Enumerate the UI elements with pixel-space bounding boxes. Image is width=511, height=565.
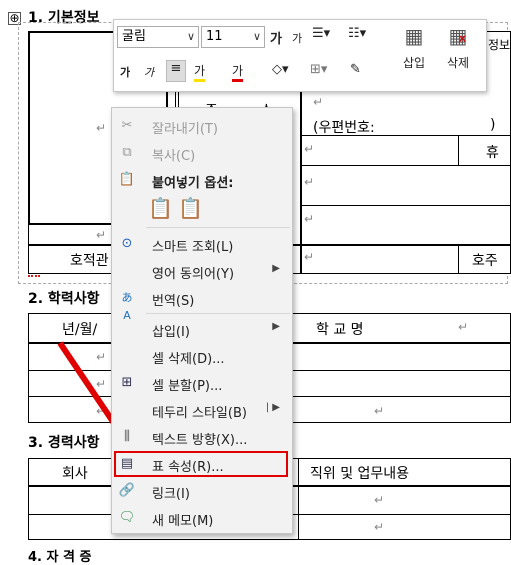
shading-icon[interactable]: ◇▾ <box>272 62 289 77</box>
translate-icon: あA <box>121 291 133 322</box>
paste-icon: 📋 <box>118 172 136 187</box>
menu-item-text-direction[interactable]: ⫼ 텍스트 방향(X)... <box>112 425 292 449</box>
font-color-button[interactable]: 가 <box>232 62 244 82</box>
table-delete-button[interactable]: ▦✕ 삭제 <box>440 24 476 71</box>
highlight-button[interactable]: 가 <box>194 62 206 82</box>
menu-item-new-comment[interactable]: 🗨 새 메모(M) <box>112 506 292 530</box>
menu-item-translate[interactable]: あA 번역(S) <box>112 286 292 322</box>
menu-item-copy[interactable]: ⧉ 복사(C) <box>112 141 292 165</box>
scissors-icon: ✂ <box>121 118 133 133</box>
menu-item-border-styles[interactable]: 테두리 스타일(B) | ▶ <box>112 398 292 422</box>
font-name-combo[interactable]: 굴림 ∨ <box>117 26 199 48</box>
split-cells-icon: ⊞ <box>121 375 133 390</box>
menu-item-insert[interactable]: 삽입(I) ▶ <box>112 317 292 341</box>
menu-item-smart-lookup[interactable]: ⊙ 스마트 조회(L) <box>112 232 292 256</box>
paste-keep-source-icon[interactable]: 📋 <box>148 196 173 220</box>
shrink-font-button[interactable]: 가 <box>292 30 302 46</box>
borders-icon[interactable]: ⊞▾ <box>310 62 327 77</box>
bullets-icon[interactable]: ☰▾ <box>312 26 330 41</box>
chevron-down-icon[interactable]: ∨ <box>187 27 195 47</box>
font-size-combo[interactable]: 11 ∨ <box>201 26 265 48</box>
paste-picture-icon[interactable]: 📋 <box>178 196 203 220</box>
grow-font-button[interactable]: 가 <box>270 28 282 47</box>
link-icon: 🔗 <box>118 483 136 498</box>
submenu-arrow-icon: | ▶ <box>265 402 280 413</box>
mini-toolbar: 굴림 ∨ 11 ∨ 가 가 ☰▾ ☷▾ 가 가 ≡ 가 가 ◇▾ ⊞▾ ✎ ▦ 삽입… <box>113 19 487 92</box>
table-delete-icon: ▦✕ <box>448 24 468 48</box>
table-insert-button[interactable]: ▦ 삽입 <box>396 24 432 71</box>
menu-item-split-cells[interactable]: ⊞ 셀 분할(P)... <box>112 371 292 395</box>
submenu-arrow-icon: ▶ <box>272 263 280 274</box>
text-direction-icon: ⫼ <box>124 429 130 444</box>
numbering-icon[interactable]: ☷▾ <box>348 26 366 41</box>
bold-button[interactable]: 가 <box>120 64 130 80</box>
menu-item-delete-cells[interactable]: 셀 삭제(D)... <box>112 344 292 368</box>
copy-icon: ⧉ <box>122 145 132 160</box>
submenu-arrow-icon: ▶ <box>272 321 280 332</box>
annotation-highlight-box <box>114 451 288 477</box>
chevron-down-icon[interactable]: ∨ <box>253 27 261 47</box>
menu-item-cut[interactable]: ✂ 잘라내기(T) <box>112 114 292 138</box>
menu-item-paste-options: 📋 붙여넣기 옵션: <box>118 172 234 191</box>
align-center-icon[interactable]: ≡ <box>166 60 186 82</box>
table-insert-icon: ▦ <box>404 24 424 48</box>
menu-item-synonyms[interactable]: 영어 동의어(Y) ▶ <box>112 259 292 283</box>
menu-item-link[interactable]: 🔗 링크(I) <box>112 479 292 503</box>
new-comment-icon: 🗨 <box>118 510 136 525</box>
italic-button[interactable]: 가 <box>144 64 154 80</box>
format-painter-icon[interactable]: ✎ <box>350 62 361 77</box>
smart-lookup-icon: ⊙ <box>121 236 133 251</box>
